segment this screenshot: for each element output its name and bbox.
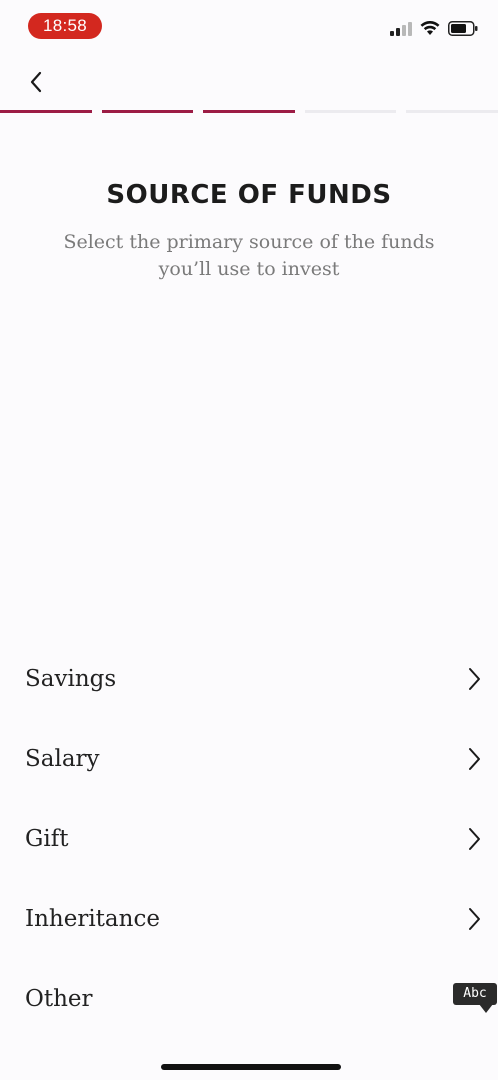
chevron-left-icon <box>28 70 44 98</box>
option-gift[interactable]: Gift <box>0 799 498 879</box>
status-bar: 18:58 <box>0 0 498 50</box>
home-indicator[interactable] <box>161 1064 341 1070</box>
option-label: Other <box>25 986 93 1012</box>
page-subtitle: Select the primary source of the funds y… <box>40 229 458 283</box>
progress-segment <box>0 110 92 113</box>
option-salary[interactable]: Salary <box>0 719 498 799</box>
back-button[interactable] <box>20 66 52 102</box>
source-options-list: Savings Salary Gift Inheritance Other <box>0 639 498 1039</box>
subtitle-line-2: you’ll use to invest <box>158 258 340 280</box>
option-inheritance[interactable]: Inheritance <box>0 879 498 959</box>
option-other[interactable]: Other <box>0 959 498 1039</box>
option-label: Inheritance <box>25 906 160 932</box>
subtitle-line-1: Select the primary source of the funds <box>63 231 435 253</box>
signal-icon <box>390 21 412 40</box>
wifi-icon <box>420 20 440 40</box>
abc-badge-tail <box>479 1004 493 1013</box>
option-label: Gift <box>25 826 69 852</box>
chevron-right-icon <box>462 825 486 853</box>
progress-segment <box>101 110 194 113</box>
status-time: 18:58 <box>28 13 102 39</box>
battery-icon <box>448 20 478 40</box>
abc-badge: Abc <box>453 983 497 1005</box>
option-label: Salary <box>25 746 100 772</box>
progress-indicator <box>0 110 498 113</box>
progress-segment <box>406 110 498 113</box>
option-label: Savings <box>25 666 117 692</box>
chevron-right-icon <box>462 665 486 693</box>
chevron-right-icon <box>462 905 486 933</box>
option-savings[interactable]: Savings <box>0 639 498 719</box>
progress-segment <box>304 110 397 113</box>
progress-segment <box>203 110 295 113</box>
page-title: SOURCE OF FUNDS <box>106 180 392 210</box>
status-icons <box>390 20 478 40</box>
chevron-right-icon <box>462 745 486 773</box>
